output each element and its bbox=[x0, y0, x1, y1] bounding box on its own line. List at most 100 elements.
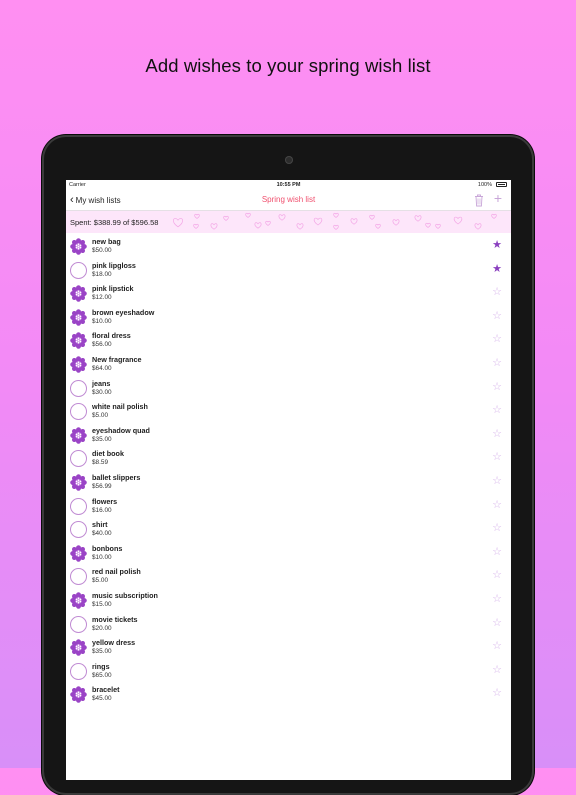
list-item[interactable]: shirt $40.00 ☆ bbox=[66, 518, 511, 542]
trash-icon[interactable] bbox=[473, 193, 485, 207]
list-item[interactable]: red nail polish $5.00 ☆ bbox=[66, 565, 511, 589]
star-outline-icon[interactable]: ☆ bbox=[492, 381, 502, 393]
purchased-flower-icon[interactable] bbox=[70, 285, 87, 302]
app-screen: Carrier 10:55 PM 100% ‹ My wish lists Sp… bbox=[66, 180, 511, 780]
item-price: $45.00 bbox=[92, 695, 112, 703]
item-info: brown eyeshadow $10.00 bbox=[92, 308, 154, 327]
purchased-flower-icon[interactable] bbox=[70, 426, 87, 444]
unpurchased-circle-icon[interactable] bbox=[70, 450, 87, 468]
wish-list: new bag $50.00 ★ pink lipgloss $18.00 ★ pink … bbox=[66, 235, 511, 707]
page-title: Spring wish list bbox=[261, 195, 316, 204]
list-item[interactable]: new bag $50.00 ★ bbox=[66, 235, 511, 259]
unpurchased-circle-icon[interactable] bbox=[70, 403, 87, 421]
star-outline-icon[interactable]: ☆ bbox=[492, 688, 502, 699]
unpurchased-circle-icon[interactable] bbox=[70, 662, 87, 680]
battery-percent: 100% bbox=[477, 182, 492, 188]
item-name: pink lipstick bbox=[92, 284, 134, 294]
star-filled-icon[interactable]: ★ bbox=[492, 263, 502, 275]
item-price: $35.00 bbox=[92, 648, 112, 656]
plus-icon: + bbox=[493, 190, 503, 206]
unpurchased-circle-icon[interactable] bbox=[70, 497, 87, 515]
item-name: New fragrance bbox=[92, 354, 142, 364]
list-item[interactable]: jeans $30.00 ☆ bbox=[66, 377, 511, 401]
purchased-flower-icon[interactable] bbox=[70, 474, 87, 491]
item-info: pink lipgloss $18.00 bbox=[92, 261, 136, 280]
star-outline-icon[interactable]: ☆ bbox=[492, 452, 502, 463]
star-outline-icon[interactable]: ☆ bbox=[492, 405, 502, 416]
item-info: New fragrance $64.00 bbox=[92, 355, 142, 374]
purchased-flower-icon[interactable] bbox=[70, 686, 87, 704]
item-name: eyeshadow quad bbox=[92, 425, 150, 435]
item-name: flowers bbox=[92, 496, 118, 506]
item-price: $15.00 bbox=[92, 600, 112, 608]
star-outline-icon[interactable]: ☆ bbox=[492, 357, 502, 369]
list-item[interactable]: white nail polish $5.00 ☆ bbox=[66, 400, 511, 424]
star-outline-icon[interactable]: ☆ bbox=[492, 593, 502, 605]
star-outline-icon[interactable]: ☆ bbox=[492, 523, 502, 534]
list-item[interactable]: movie tickets $20.00 ☆ bbox=[66, 613, 511, 637]
item-info: diet book $8.59 bbox=[92, 449, 124, 468]
add-wish-button[interactable]: + bbox=[491, 191, 505, 205]
star-outline-icon[interactable]: ☆ bbox=[492, 641, 502, 652]
list-item[interactable]: flowers $16.00 ☆ bbox=[66, 495, 511, 519]
list-item[interactable]: pink lipgloss $18.00 ★ bbox=[66, 259, 511, 283]
unpurchased-circle-icon[interactable] bbox=[70, 568, 87, 586]
list-item[interactable]: New fragrance $64.00 ☆ bbox=[66, 353, 511, 377]
unpurchased-circle-icon[interactable] bbox=[70, 379, 87, 397]
list-item[interactable]: bonbons $10.00 ☆ bbox=[66, 542, 511, 566]
list-item[interactable]: yellow dress $35.00 ☆ bbox=[66, 636, 511, 660]
list-item[interactable]: floral dress $56.00 ☆ bbox=[66, 329, 511, 353]
list-item[interactable]: pink lipstick $12.00 ☆ bbox=[66, 282, 511, 306]
list-item[interactable]: eyeshadow quad $35.00 ☆ bbox=[66, 424, 511, 448]
item-info: movie tickets $20.00 bbox=[92, 615, 138, 634]
star-outline-icon[interactable]: ☆ bbox=[492, 499, 502, 511]
item-info: shirt $40.00 bbox=[92, 520, 112, 539]
item-name: music subscription bbox=[92, 590, 158, 600]
item-price: $8.59 bbox=[92, 459, 108, 467]
list-item[interactable]: rings $65.00 ☆ bbox=[66, 660, 511, 684]
star-filled-icon[interactable]: ★ bbox=[492, 240, 502, 251]
item-price: $35.00 bbox=[92, 435, 112, 443]
item-info: floral dress $56.00 bbox=[92, 331, 131, 350]
item-price: $18.00 bbox=[92, 270, 112, 278]
item-price: $50.00 bbox=[92, 247, 112, 254]
star-outline-icon[interactable]: ☆ bbox=[492, 475, 502, 487]
star-outline-icon[interactable]: ☆ bbox=[492, 310, 502, 322]
star-outline-icon[interactable]: ☆ bbox=[492, 664, 502, 676]
unpurchased-circle-icon[interactable] bbox=[70, 261, 87, 279]
list-item[interactable]: brown eyeshadow $10.00 ☆ bbox=[66, 306, 511, 330]
star-outline-icon[interactable]: ☆ bbox=[492, 334, 502, 345]
item-name: bracelet bbox=[92, 685, 120, 695]
unpurchased-circle-icon[interactable] bbox=[70, 615, 87, 633]
list-item[interactable]: diet book $8.59 ☆ bbox=[66, 447, 511, 471]
unpurchased-circle-icon[interactable] bbox=[70, 521, 87, 539]
purchased-flower-icon[interactable] bbox=[70, 308, 87, 326]
list-item[interactable]: music subscription $15.00 ☆ bbox=[66, 589, 511, 613]
item-name: yellow dress bbox=[92, 638, 136, 648]
item-price: $12.00 bbox=[92, 294, 112, 302]
star-outline-icon[interactable]: ☆ bbox=[492, 617, 502, 629]
purchased-flower-icon[interactable] bbox=[70, 356, 87, 373]
item-info: music subscription $15.00 bbox=[92, 591, 158, 610]
item-price: $10.00 bbox=[92, 317, 112, 325]
list-item[interactable]: bracelet $45.00 ☆ bbox=[66, 683, 511, 707]
item-info: jeans $30.00 bbox=[92, 379, 112, 398]
purchased-flower-icon[interactable] bbox=[70, 592, 87, 609]
star-outline-icon[interactable]: ☆ bbox=[492, 546, 502, 558]
item-name: jeans bbox=[92, 378, 111, 388]
list-item[interactable]: ballet slippers $56.99 ☆ bbox=[66, 471, 511, 495]
star-outline-icon[interactable]: ☆ bbox=[492, 428, 502, 440]
camera bbox=[285, 156, 293, 164]
item-name: brown eyeshadow bbox=[92, 307, 155, 317]
purchased-flower-icon[interactable] bbox=[70, 544, 87, 562]
item-name: floral dress bbox=[92, 331, 131, 341]
purchased-flower-icon[interactable] bbox=[70, 639, 87, 656]
item-price: $65.00 bbox=[92, 671, 112, 679]
star-outline-icon[interactable]: ☆ bbox=[492, 570, 502, 581]
item-name: bonbons bbox=[92, 543, 123, 553]
purchased-flower-icon[interactable] bbox=[70, 238, 87, 255]
item-info: flowers $16.00 bbox=[92, 497, 117, 516]
purchased-flower-icon[interactable] bbox=[70, 332, 87, 350]
item-price: $56.99 bbox=[92, 482, 112, 490]
star-outline-icon[interactable]: ☆ bbox=[492, 287, 502, 298]
